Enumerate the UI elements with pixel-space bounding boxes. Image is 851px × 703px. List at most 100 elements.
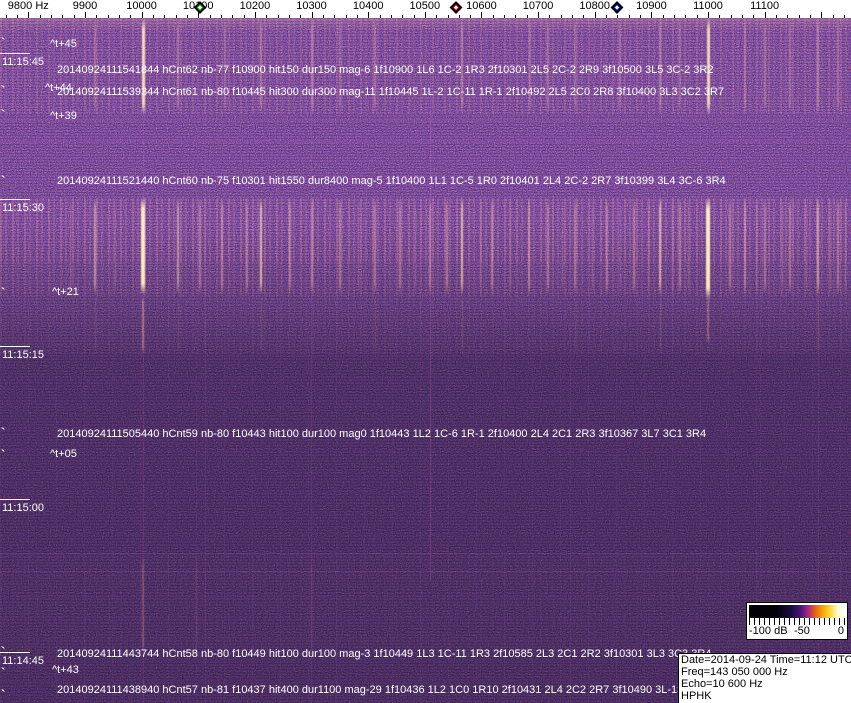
signal-streak bbox=[177, 296, 179, 354]
signal-streak bbox=[837, 18, 839, 114]
time-label: 11:14:45 bbox=[0, 652, 45, 667]
freq-tick bbox=[617, 15, 619, 18]
freq-tick bbox=[266, 15, 268, 18]
faint-horizontal-line bbox=[0, 120, 851, 121]
faint-horizontal-line bbox=[0, 553, 851, 554]
signal-streak bbox=[446, 197, 448, 295]
freq-tick bbox=[640, 15, 641, 18]
freq-tick bbox=[458, 15, 460, 18]
freq-tick bbox=[504, 15, 506, 18]
event-offset-label: ^t+05 bbox=[50, 448, 77, 460]
db-max-label: 0 bbox=[837, 625, 844, 637]
signal-streak bbox=[744, 18, 746, 114]
left-edge-mark: ` bbox=[1, 107, 6, 122]
spectrogram-app-window: 9800 Hz990010000101001020010300104001050… bbox=[0, 0, 851, 703]
freq-tick bbox=[549, 15, 551, 18]
db-color-gradient bbox=[749, 605, 845, 618]
freq-tick bbox=[810, 15, 811, 18]
signal-streak bbox=[764, 18, 766, 114]
freq-tick-label: 11000 bbox=[693, 0, 723, 12]
freq-tick-label: 9900 bbox=[72, 0, 98, 12]
freq-tick bbox=[368, 12, 370, 18]
freq-tick bbox=[674, 15, 675, 18]
info-echo: Echo=10 600 Hz bbox=[681, 678, 763, 690]
left-edge-mark: ` bbox=[1, 425, 6, 440]
freq-tick bbox=[424, 12, 426, 18]
signal-streak bbox=[461, 197, 463, 295]
freq-tick bbox=[73, 15, 75, 18]
freq-tick bbox=[85, 12, 86, 18]
left-edge-mark: ` bbox=[1, 35, 6, 50]
detection-log-line: 20140924111521440 hCnt60 nb-75 f10301 hi… bbox=[57, 175, 726, 187]
signal-streak bbox=[374, 296, 376, 354]
freq-tick bbox=[821, 12, 823, 18]
left-edge-mark: ` bbox=[1, 687, 6, 702]
blue-marker-icon[interactable] bbox=[610, 1, 624, 14]
freq-tick bbox=[708, 12, 709, 18]
freq-tick bbox=[776, 15, 777, 18]
left-edge-mark: ` bbox=[1, 173, 6, 188]
freq-tick-label: 10000 bbox=[126, 0, 157, 12]
freq-tick bbox=[96, 15, 98, 18]
left-edge-mark: ` bbox=[1, 447, 6, 462]
left-edge-mark: ` bbox=[1, 83, 6, 98]
freq-tick-label: 10700 bbox=[522, 0, 554, 12]
freq-tick bbox=[164, 15, 166, 18]
signal-streak bbox=[221, 197, 223, 295]
frequency-axis: 9800 Hz990010000101001020010300104001050… bbox=[0, 0, 851, 18]
freq-tick bbox=[719, 15, 721, 18]
faint-horizontal-line bbox=[0, 141, 851, 142]
freq-tick-label: 11100 bbox=[750, 0, 780, 12]
freq-tick-label: 10200 bbox=[239, 0, 271, 12]
event-offset-label: ^t+43 bbox=[52, 664, 79, 676]
red-marker-icon[interactable] bbox=[449, 1, 463, 14]
signal-streak bbox=[789, 197, 791, 295]
signal-streak bbox=[69, 197, 71, 295]
freq-tick bbox=[628, 15, 630, 18]
freq-tick bbox=[515, 15, 517, 18]
freq-tick bbox=[345, 15, 347, 18]
signal-streak bbox=[671, 197, 673, 295]
freq-tick bbox=[481, 12, 483, 18]
freq-tick-label: 10400 bbox=[352, 0, 384, 12]
time-label: 11:15:15 bbox=[0, 346, 45, 361]
signal-streak bbox=[94, 296, 96, 354]
freq-tick bbox=[843, 15, 845, 18]
signal-streak bbox=[789, 18, 791, 114]
freq-tick bbox=[277, 15, 279, 18]
freq-tick bbox=[753, 15, 755, 18]
freq-tick bbox=[583, 15, 585, 18]
signal-streak bbox=[461, 296, 463, 354]
signal-streak bbox=[837, 197, 839, 295]
time-label: 11:15:45 bbox=[0, 53, 45, 68]
signal-streak bbox=[561, 197, 563, 295]
freq-tick-label: 10500 bbox=[409, 0, 441, 12]
signal-streak bbox=[94, 197, 96, 295]
signal-streak bbox=[687, 197, 689, 295]
freq-tick-label: 10300 bbox=[296, 0, 327, 12]
info-frequency: Freq=143 050 000 Hz bbox=[681, 666, 788, 678]
signal-streak bbox=[619, 197, 621, 295]
left-edge-mark: ` bbox=[1, 285, 6, 300]
db-mid-label: -50 bbox=[794, 625, 810, 637]
signal-streak bbox=[591, 197, 593, 295]
signal-streak bbox=[633, 197, 635, 295]
signal-streak bbox=[246, 197, 248, 295]
freq-tick bbox=[152, 15, 154, 18]
signal-streak bbox=[479, 197, 481, 295]
signal-streak bbox=[829, 197, 831, 295]
freq-tick bbox=[141, 12, 143, 18]
freq-tick bbox=[334, 15, 336, 18]
signal-streak bbox=[574, 296, 576, 354]
freq-tick bbox=[322, 15, 324, 18]
freq-tick bbox=[787, 15, 789, 18]
freq-tick bbox=[118, 15, 120, 18]
freq-tick bbox=[685, 15, 687, 18]
signal-streak bbox=[357, 197, 359, 295]
freq-tick bbox=[526, 15, 528, 18]
freq-tick bbox=[175, 15, 177, 18]
detection-log-line: 20140924111505440 hCnt59 nb-80 f10443 hi… bbox=[57, 428, 707, 440]
freq-tick bbox=[209, 15, 211, 18]
freq-tick bbox=[560, 15, 562, 18]
freq-tick bbox=[311, 12, 313, 18]
